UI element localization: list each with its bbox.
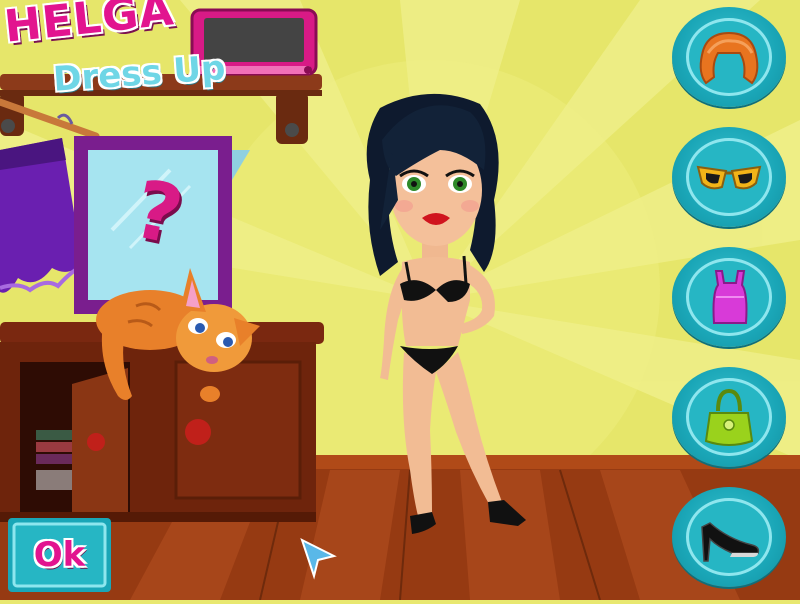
hair-category-button[interactable] xyxy=(672,7,786,107)
game-stage: HELGA Dress Up ? Ok xyxy=(0,0,800,601)
dresser xyxy=(0,322,324,526)
ok-button-label: Ok xyxy=(33,535,86,575)
handbag-icon xyxy=(704,388,754,446)
shoes-category-button[interactable] xyxy=(672,487,786,587)
glasses-category-button[interactable] xyxy=(672,127,786,227)
tops-category-button[interactable] xyxy=(672,247,786,347)
bags-category-button[interactable] xyxy=(672,367,786,467)
tank-top-icon xyxy=(712,270,748,324)
hair-wig-icon xyxy=(699,31,759,85)
sunglasses-icon xyxy=(696,165,762,190)
high-heel-shoe-icon xyxy=(701,522,760,562)
ok-button[interactable]: Ok xyxy=(8,518,111,592)
